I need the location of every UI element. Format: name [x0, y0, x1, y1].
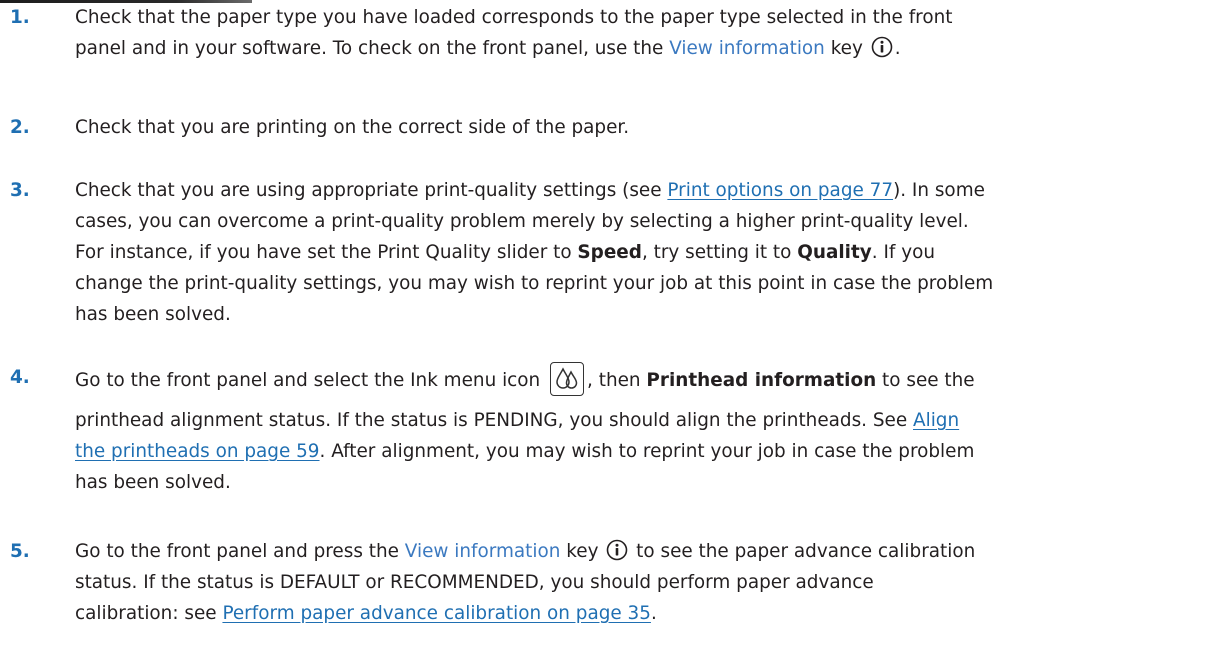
info-circle-icon	[607, 539, 628, 561]
text-span: Check that you are using appropriate pri…	[75, 180, 668, 201]
step-text-line: Go to the front panel and press the View…	[75, 536, 1215, 567]
step-text-line: Go to the front panel and select the Ink…	[75, 362, 1215, 396]
print-options-link[interactable]: Print options on page 77	[667, 180, 893, 201]
step-text-line: For instance, if you have set the Print …	[75, 237, 1215, 268]
text-span: , then	[587, 370, 647, 391]
text-span: For instance, if you have set the Print …	[75, 242, 578, 263]
text-span: Go to the front panel and select the Ink…	[75, 370, 547, 391]
step-text-line: has been solved.	[75, 304, 231, 325]
step-number: 4.	[10, 367, 30, 388]
step-text-line: has been solved.	[75, 472, 231, 493]
step-text-line: cases, you can overcome a print-quality …	[75, 211, 969, 232]
align-printheads-link-continued[interactable]: the printheads on page 59	[75, 441, 320, 462]
text-span: key	[560, 541, 599, 562]
step-text-line: the printheads on page 59. After alignme…	[75, 436, 1215, 467]
text-span: . If you	[871, 242, 935, 263]
text-span: panel and in your software. To check on …	[75, 38, 670, 59]
step-text-line: panel and in your software. To check on …	[75, 33, 1215, 64]
text-span: to see the	[876, 370, 975, 391]
step-text-line: Check that you are using appropriate pri…	[75, 175, 1215, 206]
text-span: . After alignment, you may wish to repri…	[319, 441, 975, 462]
printhead-information-label: Printhead information	[646, 370, 877, 391]
text-span: printhead alignment status. If the statu…	[75, 410, 913, 431]
view-information-key-label: View information	[669, 38, 825, 59]
step-number: 3.	[10, 180, 30, 201]
text-span: .	[650, 603, 657, 624]
step-number: 2.	[10, 117, 30, 138]
step-text-line: Check that you are printing on the corre…	[75, 117, 630, 138]
step-text-line: calibration: see Perform paper advance c…	[75, 598, 1215, 629]
quality-label: Quality	[797, 242, 872, 263]
text-span: .	[894, 38, 901, 59]
step-number: 1.	[10, 7, 30, 28]
step-text-line: Check that the paper type you have loade…	[75, 7, 953, 28]
paper-advance-calibration-link[interactable]: Perform paper advance calibration on pag…	[222, 603, 651, 624]
text-span: calibration: see	[75, 603, 223, 624]
speed-label: Speed	[577, 242, 642, 263]
text-span: , try setting it to	[641, 242, 798, 263]
text-span: to see the paper advance calibration	[630, 541, 976, 562]
view-information-key-label: View information	[404, 541, 561, 562]
step-number: 5.	[10, 541, 30, 562]
text-span: ). In some	[893, 180, 985, 201]
info-circle-icon	[871, 36, 893, 58]
align-printheads-link[interactable]: Align	[913, 410, 959, 431]
ink-drops-icon	[550, 362, 585, 396]
step-text-line: change the print-quality settings, you m…	[75, 273, 994, 294]
text-span: Go to the front panel and press the	[75, 541, 405, 562]
step-text-line: printhead alignment status. If the statu…	[75, 405, 1215, 436]
text-span: key	[824, 38, 863, 59]
step-text-line: status. If the status is DEFAULT or RECO…	[75, 572, 874, 593]
